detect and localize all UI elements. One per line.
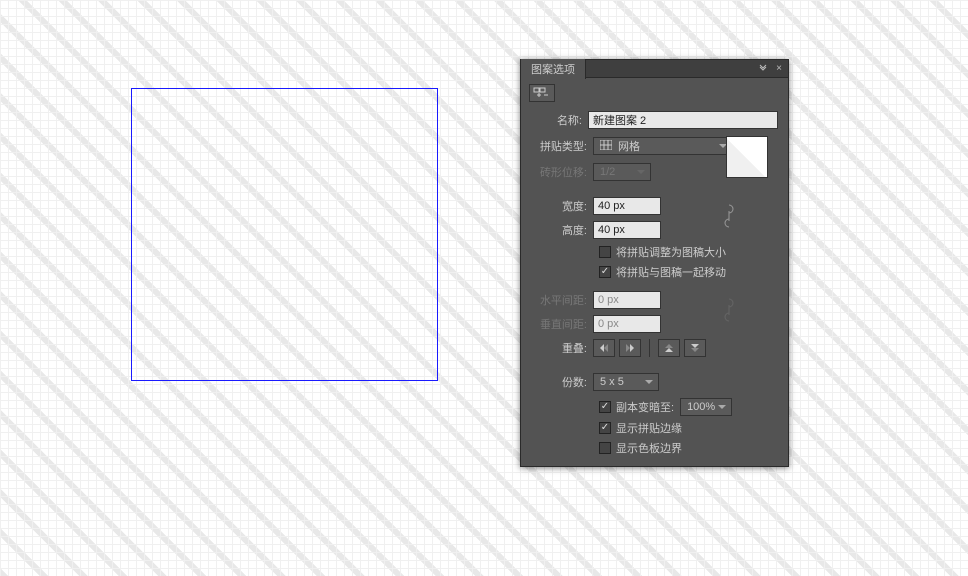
width-label: 宽度: <box>531 198 593 214</box>
separator <box>649 339 650 357</box>
overlap-label: 重叠: <box>531 340 593 356</box>
copies-value: 5 x 5 <box>600 376 624 388</box>
overlap-left-front-button[interactable] <box>593 339 615 357</box>
artboard-selection[interactable] <box>131 88 438 381</box>
panel-tab-controls: × <box>758 64 784 74</box>
name-input[interactable] <box>588 111 778 129</box>
overlap-top-front-button[interactable] <box>658 339 680 357</box>
tile-type-value: 网格 <box>618 138 640 154</box>
dim-copies-checkbox[interactable] <box>599 401 611 413</box>
chevron-down-icon <box>715 400 729 414</box>
h-spacing-input <box>593 291 661 309</box>
pattern-preview-swatch[interactable] <box>726 136 768 178</box>
size-tile-to-art-checkbox[interactable] <box>599 246 611 258</box>
width-input[interactable] <box>593 197 661 215</box>
dim-copies-dropdown[interactable]: 100% <box>680 398 732 416</box>
dim-copies-label: 副本变暗至: <box>616 399 674 415</box>
panel-body: 名称: 拼贴类型: 网格 <box>521 106 788 466</box>
copies-label: 份数: <box>531 374 593 390</box>
panel-tab-pattern-options[interactable]: 图案选项 <box>521 59 586 79</box>
copies-dropdown[interactable]: 5 x 5 <box>593 373 659 391</box>
tile-type-dropdown[interactable]: 网格 <box>593 137 733 155</box>
close-icon[interactable]: × <box>774 64 784 74</box>
brick-offset-label: 砖形位移: <box>531 164 593 180</box>
h-spacing-label: 水平间距: <box>531 292 593 308</box>
overlap-bottom-front-button[interactable] <box>684 339 706 357</box>
v-spacing-label: 垂直间距: <box>531 316 593 332</box>
panel-toolbar <box>521 78 788 106</box>
grid-icon <box>600 140 612 153</box>
pattern-options-panel: 图案选项 × 名称: 拼贴类型: <box>520 59 789 467</box>
brick-offset-dropdown: 1/2 <box>593 163 651 181</box>
size-tile-to-art-label: 将拼贴调整为图稿大小 <box>616 244 726 260</box>
link-dimensions-icon[interactable] <box>720 202 738 230</box>
v-spacing-input <box>593 315 661 333</box>
collapse-icon[interactable] <box>758 64 768 74</box>
name-label: 名称: <box>531 112 588 128</box>
panel-tabbar: 图案选项 × <box>521 60 788 78</box>
chevron-down-icon <box>634 165 648 179</box>
move-tile-with-art-label: 将拼贴与图稿一起移动 <box>616 264 726 280</box>
show-tile-edge-checkbox[interactable] <box>599 422 611 434</box>
show-swatch-bounds-checkbox[interactable] <box>599 442 611 454</box>
tile-type-label: 拼贴类型: <box>531 138 593 154</box>
link-spacing-icon <box>720 296 738 324</box>
height-input[interactable] <box>593 221 661 239</box>
show-tile-edge-label: 显示拼贴边缘 <box>616 420 682 436</box>
brick-offset-value: 1/2 <box>600 166 615 178</box>
pattern-tile-tool-button[interactable] <box>529 84 555 102</box>
show-swatch-bounds-label: 显示色板边界 <box>616 440 682 456</box>
height-label: 高度: <box>531 222 593 238</box>
chevron-down-icon <box>642 375 656 389</box>
dim-copies-value: 100% <box>687 401 715 413</box>
swatch-preview <box>727 137 767 177</box>
overlap-right-front-button[interactable] <box>619 339 641 357</box>
move-tile-with-art-checkbox[interactable] <box>599 266 611 278</box>
